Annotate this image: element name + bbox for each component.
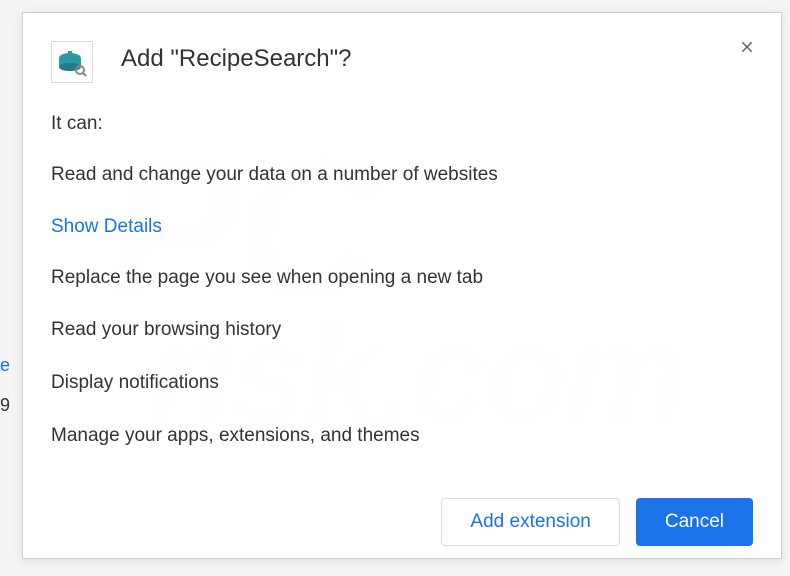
permission-item: Display notifications — [51, 371, 753, 396]
permission-item: Read your browsing history — [51, 318, 753, 343]
add-extension-button[interactable]: Add extension — [441, 498, 619, 546]
extension-install-dialog: Add "RecipeSearch"? It can: Read and cha… — [22, 12, 782, 559]
dialog-footer: Add extension Cancel — [23, 486, 781, 568]
extension-icon — [51, 41, 93, 83]
show-details-link[interactable]: Show Details — [51, 216, 753, 238]
permission-item: Read and change your data on a number of… — [51, 163, 753, 188]
permission-item: Replace the page you see when opening a … — [51, 266, 753, 291]
cancel-button[interactable]: Cancel — [636, 498, 753, 546]
permission-item: Manage your apps, extensions, and themes — [51, 424, 753, 449]
close-icon — [738, 38, 756, 56]
permissions-intro: It can: — [51, 113, 753, 135]
background-fragment: e — [0, 355, 10, 376]
close-button[interactable] — [735, 35, 759, 59]
dialog-header: Add "RecipeSearch"? — [23, 13, 781, 93]
background-fragment: 9 — [0, 395, 10, 416]
dialog-body: It can: Read and change your data on a n… — [23, 93, 781, 486]
dialog-title: Add "RecipeSearch"? — [121, 45, 753, 73]
